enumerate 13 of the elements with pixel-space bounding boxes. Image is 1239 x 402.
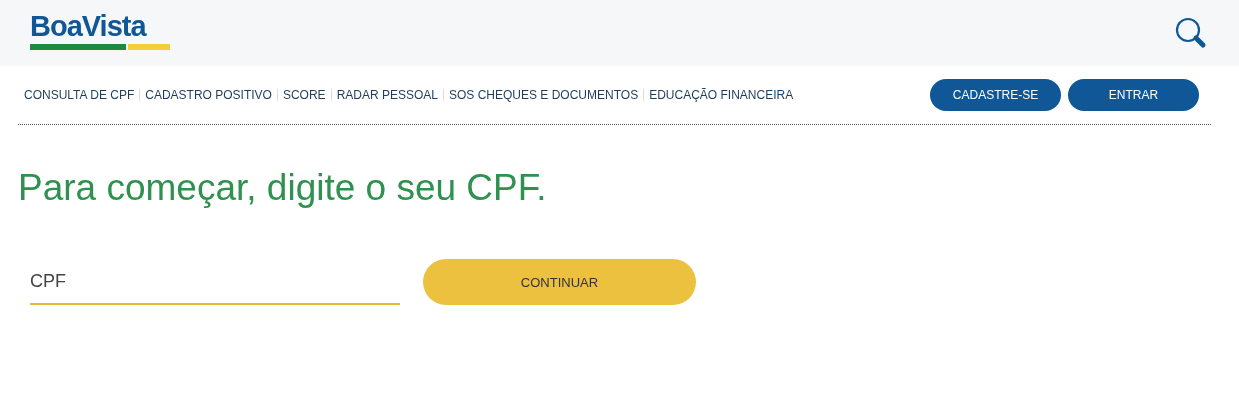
page-heading: Para começar, digite o seu CPF. <box>18 167 548 209</box>
login-button[interactable]: ENTRAR <box>1068 79 1199 111</box>
nav-link[interactable]: SCORE <box>276 89 331 101</box>
logo: BoaVista <box>30 10 148 41</box>
search-icon[interactable] <box>1175 17 1207 49</box>
nav-link[interactable]: RADAR PESSOAL <box>330 89 443 101</box>
nav-link[interactable]: EDUCAÇÃO FINANCEIRA <box>643 89 799 101</box>
logo-stripe-icon <box>30 43 170 50</box>
nav-link[interactable]: SOS CHEQUES E DOCUMENTOS <box>443 89 644 101</box>
continue-button[interactable]: CONTINUAR <box>423 259 696 305</box>
signup-button[interactable]: CADASTRE-SE <box>930 79 1061 111</box>
nav-link[interactable]: CADASTRO POSITIVO <box>139 89 277 101</box>
nav-link[interactable]: CONSULTA DE CPF <box>24 89 140 101</box>
